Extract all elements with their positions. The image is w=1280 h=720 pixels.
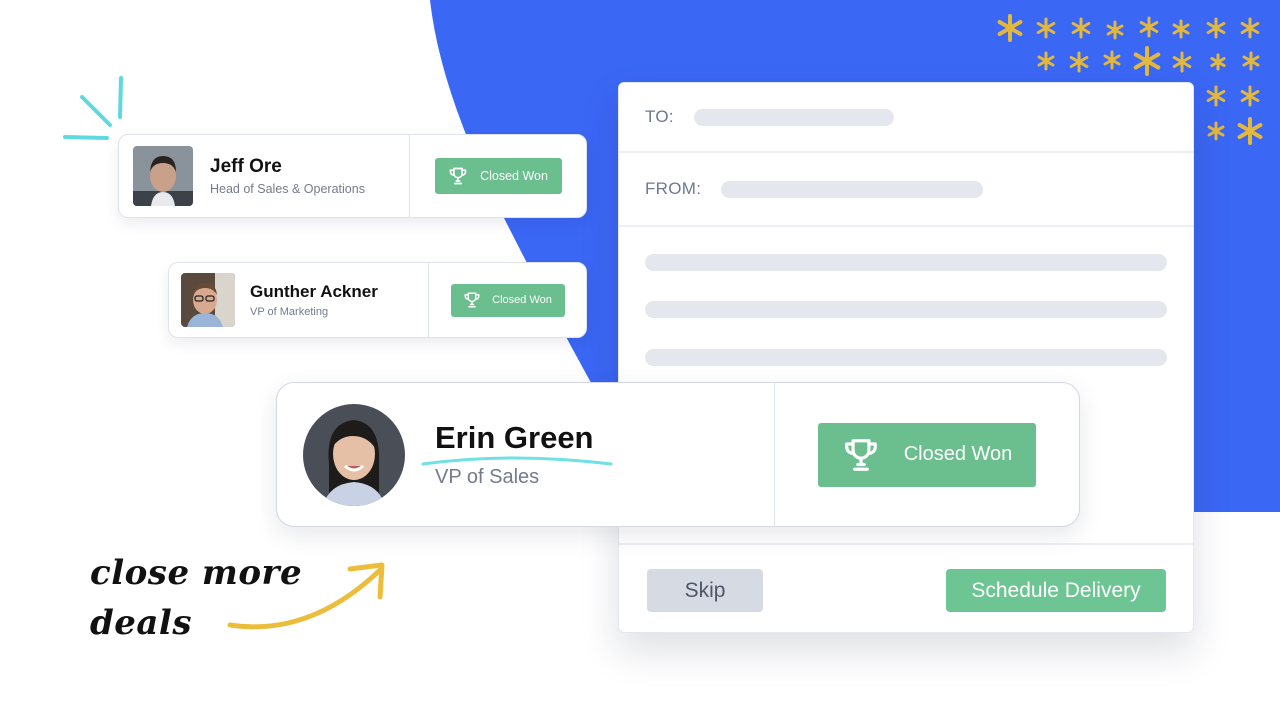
- closed-won-button[interactable]: Closed Won: [818, 422, 1036, 487]
- highlight-underline-icon: [421, 456, 613, 466]
- from-label: FROM:: [645, 179, 702, 198]
- message-line-placeholder: [645, 301, 1167, 318]
- closed-won-button[interactable]: Closed Won: [434, 158, 562, 194]
- contact-card-jeff-ore[interactable]: Jeff Ore Head of Sales & Operations Clos…: [118, 134, 587, 218]
- asterisk-icon: [1240, 85, 1260, 107]
- asterisk-icon: [1172, 19, 1190, 39]
- contact-title: VP of Marketing: [250, 306, 329, 318]
- curved-arrow-icon: [227, 562, 385, 630]
- asterisk-icon: [1242, 51, 1260, 71]
- email-composer: TO: FROM: Skip Schedule Delivery: [618, 82, 1194, 633]
- avatar: [181, 273, 235, 327]
- skip-button[interactable]: Skip: [647, 569, 763, 612]
- contact-name: Erin Green: [421, 420, 613, 466]
- asterisk-icon: [1210, 53, 1226, 71]
- asterisk-icon: [1237, 117, 1263, 145]
- to-row[interactable]: TO:: [619, 83, 1193, 153]
- asterisk-icon: [1103, 50, 1121, 70]
- contact-card-gunther-ackner[interactable]: Gunther Ackner VP of Marketing Closed Wo…: [168, 262, 587, 338]
- contact-title: Head of Sales & Operations: [210, 182, 365, 196]
- asterisk-icon: [1172, 51, 1192, 73]
- asterisk-icon: [1133, 46, 1161, 76]
- asterisk-icon: [997, 14, 1023, 42]
- asterisk-icon: [1106, 20, 1124, 40]
- asterisk-icon: [1037, 51, 1055, 71]
- asterisk-icon: [1206, 85, 1226, 107]
- from-field-placeholder[interactable]: [721, 180, 984, 198]
- asterisk-icon: [1071, 17, 1091, 39]
- contact-title: VP of Sales: [435, 466, 540, 488]
- asterisk-icon: [1036, 17, 1056, 39]
- contact-name-text: Erin Green: [435, 420, 594, 455]
- trophy-icon: [844, 438, 877, 471]
- to-field-placeholder[interactable]: [693, 108, 894, 126]
- asterisk-icon: [1139, 16, 1159, 38]
- contact-name: Gunther Ackner: [250, 282, 378, 301]
- asterisk-icon: [1206, 17, 1226, 39]
- closed-won-label: Closed Won: [480, 169, 548, 183]
- asterisk-icon: [1240, 17, 1260, 39]
- closed-won-label: Closed Won: [903, 443, 1013, 465]
- asterisk-icon: [1069, 51, 1089, 73]
- message-line-placeholder: [645, 254, 1167, 271]
- contact-name: Jeff Ore: [210, 156, 282, 177]
- trophy-icon: [449, 167, 467, 185]
- closed-won-label: Closed Won: [492, 294, 552, 306]
- message-line-placeholder: [645, 349, 1167, 366]
- trophy-icon: [464, 292, 480, 308]
- avatar: [133, 146, 193, 206]
- asterisk-icon: [1207, 121, 1225, 141]
- avatar: [303, 403, 405, 506]
- contact-card-erin-green[interactable]: Erin Green VP of Sales Closed Won: [276, 382, 1080, 527]
- closed-won-button[interactable]: Closed Won: [450, 283, 565, 317]
- to-label: TO:: [645, 107, 674, 126]
- schedule-delivery-button[interactable]: Schedule Delivery: [946, 569, 1166, 612]
- email-footer: Skip Schedule Delivery: [619, 543, 1193, 632]
- from-row[interactable]: FROM:: [619, 153, 1193, 227]
